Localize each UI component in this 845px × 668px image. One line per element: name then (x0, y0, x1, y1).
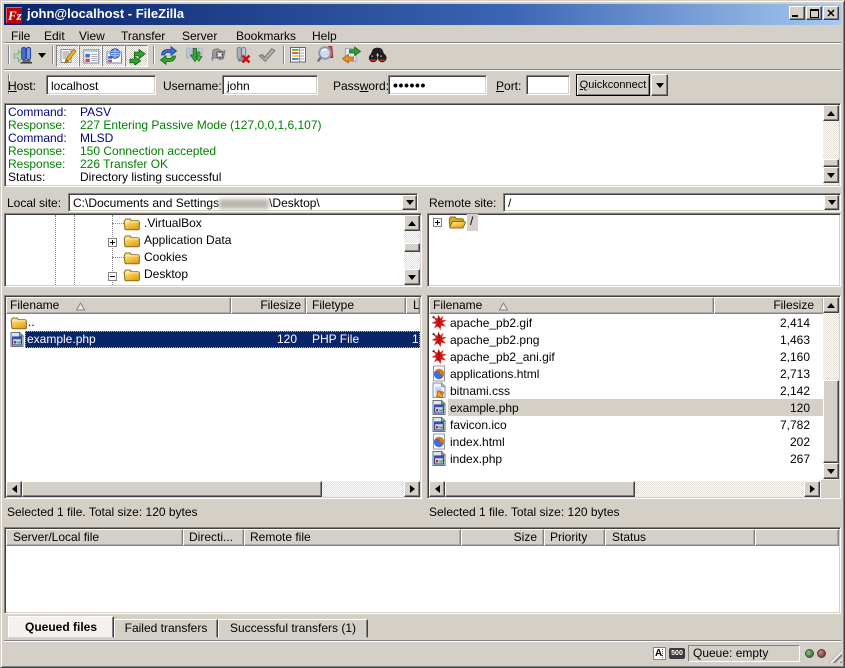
svg-text:Fz: Fz (7, 8, 22, 23)
